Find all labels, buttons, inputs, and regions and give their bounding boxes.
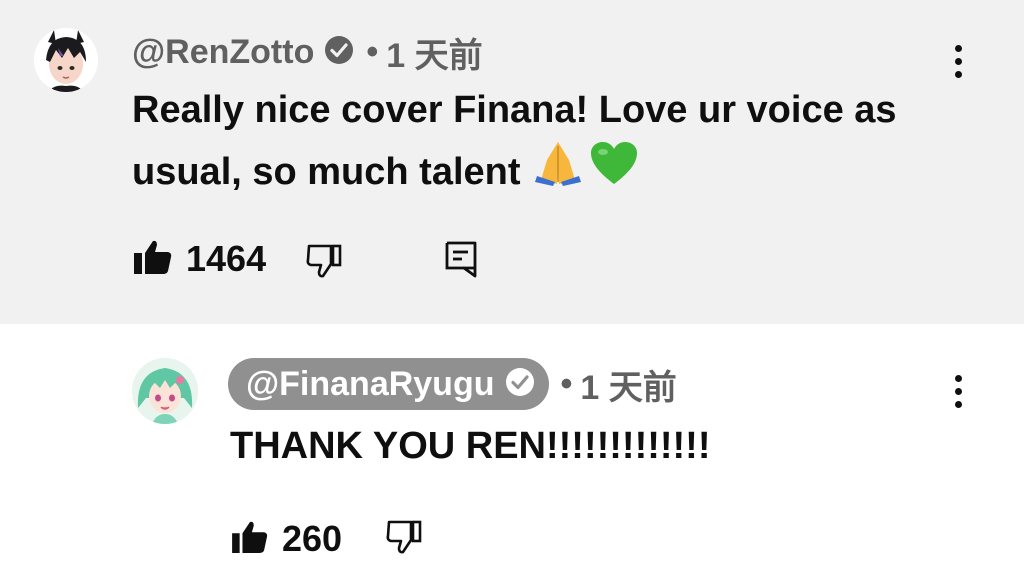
renzotto-avatar-image — [34, 28, 98, 92]
thumbs-down-icon — [306, 244, 342, 283]
verified-badge-icon — [505, 367, 535, 402]
like-button[interactable]: 260 — [232, 518, 342, 560]
reply-button[interactable] — [444, 240, 478, 283]
dislike-button[interactable] — [386, 520, 422, 559]
green-heart-emoji — [589, 140, 639, 204]
renzotto-avatar[interactable] — [34, 28, 98, 92]
reply-comment: @FinanaRyugu • 1 天前 THANK YOU REN!!!!!!!… — [0, 324, 1024, 569]
comment-timestamp[interactable]: 1 天前 — [386, 28, 482, 77]
finanaryugu-avatar-image — [132, 358, 198, 424]
comment-text-line1: Really nice cover Finana! Love ur voice … — [132, 89, 897, 131]
thumbs-down-icon — [386, 520, 422, 559]
meta-separator: • — [366, 32, 379, 71]
like-count: 260 — [282, 518, 343, 559]
verified-badge-icon — [324, 35, 354, 70]
meta-separator: • — [560, 364, 573, 403]
comment-text: Really nice cover Finana! Love ur voice … — [132, 80, 897, 204]
like-button[interactable]: 1464 — [134, 238, 266, 280]
comment-author[interactable]: @RenZotto — [132, 33, 314, 72]
thumbs-up-icon — [232, 521, 268, 558]
reply-author: @FinanaRyugu — [246, 364, 495, 403]
highlighted-comment: @RenZotto • 1 天前 Really nice cover Finan… — [0, 0, 1024, 324]
reply-timestamp[interactable]: 1 天前 — [580, 360, 676, 409]
dislike-button[interactable] — [306, 244, 342, 283]
folded-hands-emoji — [533, 140, 583, 204]
reply-icon — [444, 240, 478, 283]
reply-meta: @FinanaRyugu • 1 天前 — [228, 358, 677, 410]
like-count: 1464 — [186, 238, 267, 279]
more-vert-icon[interactable] — [938, 36, 978, 86]
finanaryugu-avatar[interactable] — [132, 358, 198, 424]
reply-text: THANK YOU REN!!!!!!!!!!!!! — [230, 425, 711, 467]
author-pill[interactable]: @FinanaRyugu — [228, 358, 549, 410]
thumbs-up-icon — [134, 240, 172, 279]
more-vert-icon[interactable] — [938, 366, 978, 416]
comment-meta: @RenZotto • 1 天前 — [132, 26, 483, 78]
comment-text-line2: usual, so much talent — [132, 151, 521, 193]
